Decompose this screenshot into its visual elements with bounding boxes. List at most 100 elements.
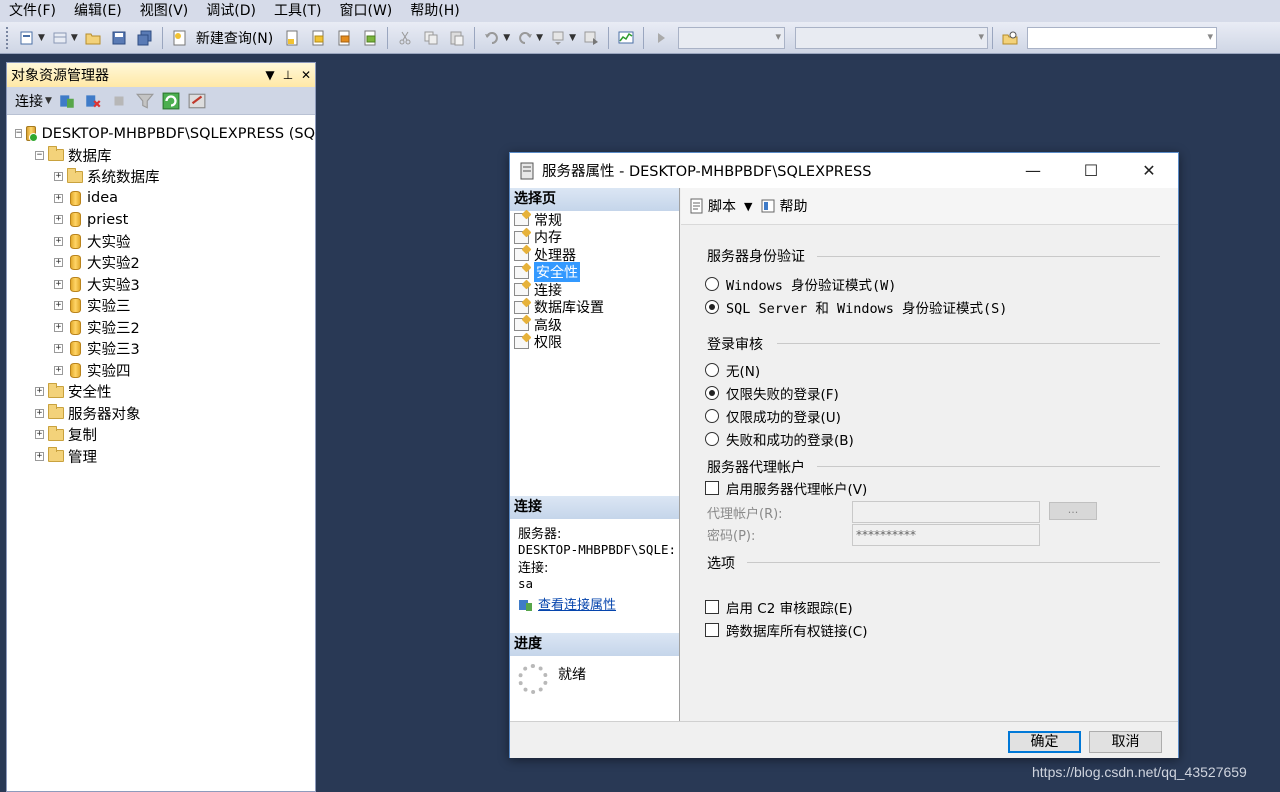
radio-button[interactable]: [705, 277, 719, 291]
tree-node-database[interactable]: + 实验三2: [7, 317, 315, 339]
expand-icon[interactable]: +: [35, 408, 44, 418]
xmla-query-icon[interactable]: [359, 27, 381, 49]
expand-icon[interactable]: +: [54, 215, 63, 225]
enable-proxy-account-option[interactable]: 启用服务器代理帐户(V): [705, 478, 867, 498]
radio-button[interactable]: [705, 432, 719, 446]
tree-node-database[interactable]: + 实验四: [7, 360, 315, 382]
tree-node-database[interactable]: + priest: [7, 209, 315, 231]
page-connections[interactable]: 连接: [510, 281, 679, 299]
radio-button-selected[interactable]: [705, 386, 719, 400]
filter-icon[interactable]: [135, 92, 154, 110]
disconnect-icon[interactable]: [84, 92, 102, 110]
expand-icon[interactable]: +: [35, 387, 44, 397]
auth-windows-option[interactable]: Windows 身份验证模式(W): [705, 274, 896, 294]
connect-dropdown-icon[interactable]: ▼: [45, 96, 52, 106]
expand-icon[interactable]: +: [54, 344, 63, 354]
save-icon[interactable]: [108, 27, 130, 49]
new-project-icon[interactable]: [16, 27, 38, 49]
radio-button-selected[interactable]: [705, 300, 719, 314]
execute-icon[interactable]: [650, 27, 672, 49]
help-button[interactable]: 帮助: [760, 196, 807, 216]
tree-node-system-databases[interactable]: + 系统数据库: [7, 166, 315, 188]
expand-icon[interactable]: +: [54, 322, 63, 332]
menu-view[interactable]: 视图(V): [131, 0, 198, 22]
undo-dropdown-icon[interactable]: ▼: [503, 33, 510, 43]
stop-icon[interactable]: [110, 92, 128, 110]
password-field[interactable]: **********: [852, 524, 1040, 546]
tree-node-database[interactable]: + 大实验: [7, 231, 315, 253]
close-icon[interactable]: ✕: [297, 68, 315, 82]
menu-tools[interactable]: 工具(T): [265, 0, 330, 22]
expand-icon[interactable]: +: [54, 365, 63, 375]
pin-icon[interactable]: ⊥: [279, 68, 297, 82]
menu-help[interactable]: 帮助(H): [401, 0, 468, 22]
find-in-files-icon[interactable]: [999, 27, 1021, 49]
page-database-settings[interactable]: 数据库设置: [510, 299, 679, 316]
tree-node-server-objects[interactable]: + 服务器对象: [7, 403, 315, 425]
undo-icon[interactable]: [481, 27, 503, 49]
audit-success-option[interactable]: 仅限成功的登录(U): [705, 406, 841, 426]
start-powershell-icon[interactable]: [188, 92, 206, 110]
expand-icon[interactable]: +: [35, 451, 44, 461]
maximize-icon[interactable]: ☐: [1062, 153, 1120, 188]
cut-icon[interactable]: [394, 27, 416, 49]
checkbox[interactable]: [705, 623, 719, 637]
minimize-icon[interactable]: —: [1004, 153, 1062, 188]
page-processors[interactable]: 处理器: [510, 246, 679, 264]
add-item-dropdown-icon[interactable]: ▼: [71, 33, 78, 43]
activity-monitor-icon[interactable]: [615, 27, 637, 49]
proxy-account-field[interactable]: [852, 501, 1040, 523]
ok-button[interactable]: 确定: [1008, 731, 1081, 753]
paste-icon[interactable]: [446, 27, 468, 49]
connect-object-explorer-icon[interactable]: [58, 92, 76, 110]
audit-none-option[interactable]: 无(N): [705, 360, 760, 380]
tree-node-database[interactable]: + 实验三: [7, 295, 315, 317]
add-item-icon[interactable]: [49, 27, 71, 49]
solution-configuration-selector[interactable]: [795, 26, 989, 49]
redo-dropdown-icon[interactable]: ▼: [536, 33, 543, 43]
tree-node-database[interactable]: + 大实验3: [7, 274, 315, 296]
new-project-dropdown-icon[interactable]: ▼: [38, 33, 45, 43]
tree-node-database[interactable]: + idea: [7, 188, 315, 210]
new-query-icon[interactable]: [169, 27, 191, 49]
window-position-dropdown-icon[interactable]: ▼: [261, 68, 279, 82]
expand-icon[interactable]: +: [35, 430, 44, 440]
tree-node-management[interactable]: + 管理: [7, 446, 315, 468]
script-dropdown-icon[interactable]: ▼: [744, 200, 752, 213]
checkbox[interactable]: [705, 481, 719, 495]
close-icon[interactable]: ✕: [1120, 153, 1178, 188]
cancel-button[interactable]: 取消: [1089, 731, 1162, 753]
open-file-icon[interactable]: [82, 27, 104, 49]
cross-db-ownership-option[interactable]: 跨数据库所有权链接(C): [705, 620, 867, 640]
tree-node-database[interactable]: + 大实验2: [7, 252, 315, 274]
page-memory[interactable]: 内存: [510, 229, 679, 246]
copy-icon[interactable]: [420, 27, 442, 49]
expand-icon[interactable]: +: [54, 279, 63, 289]
save-all-icon[interactable]: [134, 27, 156, 49]
connect-button[interactable]: 连接: [15, 91, 43, 111]
refresh-icon[interactable]: [162, 92, 180, 110]
page-permissions[interactable]: 权限: [510, 334, 679, 351]
tree-node-replication[interactable]: + 复制: [7, 424, 315, 446]
tree-node-database[interactable]: + 实验三3: [7, 338, 315, 360]
menu-debug[interactable]: 调试(D): [197, 0, 265, 22]
database-selector[interactable]: [678, 26, 786, 49]
menu-window[interactable]: 窗口(W): [330, 0, 401, 22]
database-engine-query-icon[interactable]: [281, 27, 303, 49]
page-general[interactable]: 常规: [510, 211, 679, 229]
navigate-forward-icon[interactable]: [580, 27, 602, 49]
toolbar-grip[interactable]: [6, 26, 10, 49]
radio-button[interactable]: [705, 409, 719, 423]
analysis-query-icon[interactable]: [307, 27, 329, 49]
search-box[interactable]: [1027, 26, 1218, 49]
page-advanced[interactable]: 高级: [510, 316, 679, 334]
navigate-dropdown-icon[interactable]: ▼: [569, 33, 576, 43]
auth-mixed-option[interactable]: SQL Server 和 Windows 身份验证模式(S): [705, 297, 1007, 317]
audit-both-option[interactable]: 失败和成功的登录(B): [705, 429, 854, 449]
new-query-button[interactable]: 新建查询(N): [196, 28, 273, 48]
c2-audit-option[interactable]: 启用 C2 审核跟踪(E): [705, 597, 853, 617]
checkbox[interactable]: [705, 600, 719, 614]
tree-node-security[interactable]: + 安全性: [7, 381, 315, 403]
collapse-icon[interactable]: −: [15, 129, 23, 139]
expand-icon[interactable]: +: [54, 236, 63, 246]
